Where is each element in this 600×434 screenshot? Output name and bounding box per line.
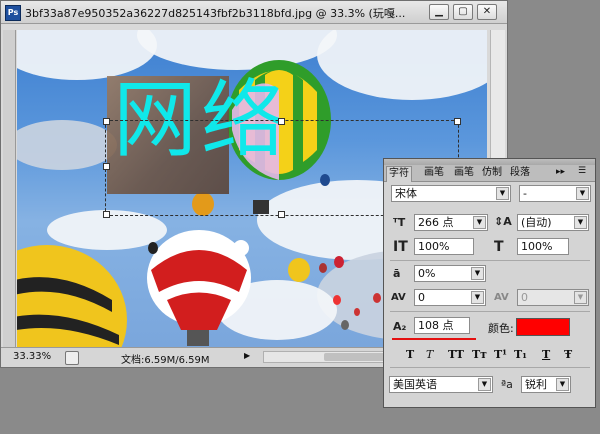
transform-handle[interactable]: [103, 118, 110, 125]
font-size-value: 266 点: [418, 216, 454, 229]
title-bar[interactable]: Ps 3bf33a87e950352a36227d825143fbf2b3118…: [1, 1, 507, 24]
small-balloon: [148, 242, 158, 254]
small-balloon: [334, 256, 344, 268]
transform-handle[interactable]: [103, 211, 110, 218]
divider: [390, 367, 590, 368]
font-style-select[interactable]: - ▼: [519, 185, 591, 202]
tracking-icon: AV: [494, 292, 509, 303]
font-style-value: -: [523, 187, 527, 200]
kerning-icon: AV: [391, 292, 406, 303]
small-balloon: [354, 308, 360, 316]
maximize-button[interactable]: ▢: [453, 4, 473, 20]
small-balloon: [373, 293, 381, 303]
kerning-field[interactable]: 0 ▼: [414, 289, 486, 306]
small-caps-button[interactable]: Tт: [472, 348, 487, 361]
baseline-shift-field[interactable]: 108 点: [414, 317, 470, 334]
chevron-down-icon: ▼: [496, 187, 509, 200]
all-caps-button[interactable]: TT: [448, 348, 464, 361]
tsume-field[interactable]: 0% ▼: [414, 265, 486, 282]
chevron-down-icon: ▼: [574, 291, 587, 304]
chevron-down-icon: ▼: [478, 378, 491, 391]
divider: [390, 311, 590, 312]
small-balloon: [341, 320, 349, 330]
tab-clone[interactable]: 仿制: [480, 166, 504, 180]
leading-value: (自动): [521, 216, 552, 229]
window-title: 3bf33a87e950352a36227d825143fbf2b3118bfd…: [25, 7, 406, 20]
zoom-icon[interactable]: [65, 351, 79, 365]
small-balloon: [333, 295, 341, 305]
antialias-value: 锐利: [525, 378, 547, 391]
chevron-down-icon: ▼: [471, 291, 484, 304]
tab-character[interactable]: 字符: [386, 166, 412, 182]
highlight-underline: [392, 338, 476, 340]
chevron-down-icon: ▼: [574, 216, 587, 229]
transform-handle[interactable]: [103, 163, 110, 170]
minimize-button[interactable]: ▁: [429, 4, 449, 20]
language-select[interactable]: 美国英语 ▼: [389, 376, 493, 393]
chevron-down-icon: ▼: [556, 378, 569, 391]
left-ruler: [3, 30, 16, 348]
tab-brush[interactable]: 画笔: [422, 166, 446, 180]
tab-paragraph[interactable]: 段落: [508, 166, 532, 180]
language-value: 美国英语: [393, 378, 437, 391]
small-balloon: [319, 263, 327, 273]
close-button[interactable]: ✕: [477, 4, 497, 20]
kerning-value: 0: [418, 291, 425, 304]
subscript-button[interactable]: T₁: [514, 348, 527, 361]
zoom-level[interactable]: 33.33%: [13, 351, 51, 362]
strikethrough-button[interactable]: Ŧ: [564, 348, 572, 361]
small-balloon: [233, 240, 249, 256]
vertical-scale-field[interactable]: 100%: [414, 238, 474, 255]
chevron-down-icon: ▼: [471, 267, 484, 280]
character-panel: 字符 画笔 画笔 仿制 段落 ▸▸ ☰ 宋体 ▼ - ▼ ᵀT 266 点 ▼ …: [383, 158, 596, 408]
yellow-balloon: [17, 245, 127, 348]
leading-field[interactable]: (自动) ▼: [517, 214, 589, 231]
tsume-value: 0%: [418, 267, 436, 280]
antialias-icon: ªa: [501, 378, 513, 391]
transform-handle[interactable]: [278, 118, 285, 125]
small-balloon: [288, 258, 310, 282]
tab-brush-2[interactable]: 画笔: [452, 166, 476, 180]
panel-expand-icon[interactable]: ▸▸: [556, 167, 565, 177]
baseline-shift-icon: A₂: [393, 320, 407, 333]
chevron-down-icon: ▼: [473, 216, 486, 229]
horizontal-scale-icon: T: [494, 239, 504, 255]
tsume-icon: ā: [393, 267, 401, 280]
tracking-field[interactable]: 0 ▼: [517, 289, 589, 306]
horizontal-scale-field[interactable]: 100%: [517, 238, 569, 255]
panel-tabs: 字符 画笔 画笔 仿制 段落 ▸▸ ☰: [384, 165, 595, 182]
tracking-value: 0: [521, 291, 528, 304]
transform-handle[interactable]: [454, 118, 461, 125]
transform-handle[interactable]: [278, 211, 285, 218]
font-size-icon: ᵀT: [393, 216, 406, 229]
color-swatch[interactable]: [516, 318, 570, 336]
status-menu-arrow-icon[interactable]: ▶: [244, 351, 250, 360]
font-family-value: 宋体: [395, 187, 417, 200]
superscript-button[interactable]: T¹: [494, 348, 507, 361]
underline-button[interactable]: T: [542, 348, 550, 361]
faux-italic-button[interactable]: T: [426, 348, 433, 361]
antialias-select[interactable]: 锐利 ▼: [521, 376, 571, 393]
font-family-select[interactable]: 宋体 ▼: [391, 185, 511, 202]
font-size-field[interactable]: 266 点 ▼: [414, 214, 488, 231]
divider: [390, 260, 590, 261]
vertical-scale-icon: IT: [393, 239, 408, 255]
panel-menu-icon[interactable]: ☰: [578, 166, 586, 176]
faux-bold-button[interactable]: T: [406, 348, 414, 361]
chevron-down-icon: ▼: [576, 187, 589, 200]
leading-icon: ⇕A: [494, 215, 512, 228]
color-label: 颜色:: [488, 322, 514, 335]
photoshop-icon: Ps: [5, 5, 21, 21]
document-size-info: 文档:6.59M/6.59M: [121, 355, 210, 366]
